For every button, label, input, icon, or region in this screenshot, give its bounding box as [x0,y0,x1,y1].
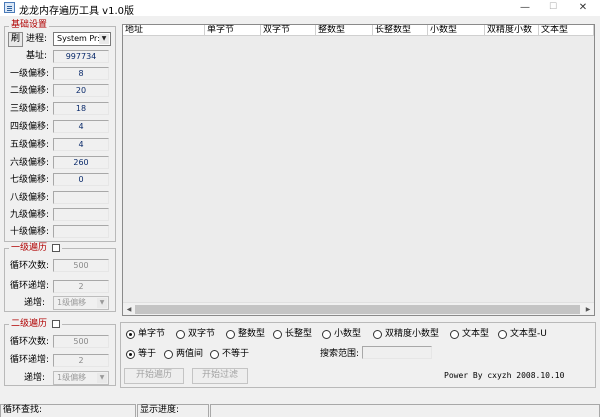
minimize-button[interactable]: — [510,0,540,16]
level2-loop-field[interactable]: 500 [53,335,109,348]
type-radio-label[interactable]: 长整型 [285,329,312,340]
offset-label: 九级偏移: [10,210,50,220]
offset-label: 十级偏移: [10,227,50,237]
level1-loop-label: 循环次数: [10,261,50,271]
close-button[interactable]: ✕ [568,0,598,16]
offset-field[interactable]: 4 [53,138,109,151]
type-radio[interactable] [226,330,235,339]
offset-field[interactable] [53,191,109,204]
scroll-right-icon[interactable]: ▶ [582,304,594,315]
level1-checkbox[interactable] [51,243,60,252]
level1-legend-text: 一级遍历 [11,243,48,253]
search-range-label: 搜索范围: [320,349,360,359]
column-header[interactable]: 地址 [123,25,205,36]
type-radio-label[interactable]: 双字节 [188,329,215,340]
column-header[interactable]: 单字节 [205,25,261,36]
type-radio[interactable] [373,330,382,339]
offset-field[interactable]: 8 [53,67,109,80]
level2-checkbox[interactable] [51,319,60,328]
type-radio[interactable] [498,330,507,339]
level2-loop-label: 循环次数: [10,337,50,347]
compare-radio[interactable] [164,350,173,359]
start-traverse-button[interactable]: 开始遍历 [124,368,184,384]
level1-step-label: 循环递增: [10,281,50,291]
level2-legend: 二级遍历 [9,319,62,329]
compare-radio-label[interactable]: 不等于 [222,349,249,360]
offset-field[interactable]: 20 [53,84,109,97]
level1-legend: 一级遍历 [9,243,62,253]
offset-label: 七级偏移: [10,175,50,185]
results-table[interactable]: 地址 单字节 双字节 整数型 长整数型 小数型 双精度小数 文本型 ◀ ▶ [122,24,595,316]
compare-radio[interactable] [126,350,135,359]
refresh-button[interactable]: 刷 [8,32,23,47]
start-filter-button[interactable]: 开始过滤 [192,368,248,384]
compare-radio-label[interactable]: 两值间 [176,349,203,360]
chevron-down-icon[interactable]: ▼ [97,298,107,308]
basic-settings-legend: 基础设置 [9,20,50,30]
level2-legend-text: 二级遍历 [11,319,48,329]
offset-label: 一级偏移: [10,69,50,79]
offset-field[interactable]: 0 [53,173,109,186]
column-header[interactable]: 双字节 [261,25,316,36]
process-label: 进程: [26,34,48,44]
type-radio-label[interactable]: 小数型 [334,329,361,340]
type-radio-label[interactable]: 双精度小数型 [385,329,439,340]
status-progress: 显示进度: [137,404,209,417]
type-radio-label[interactable]: 文本型-U [510,329,547,340]
level2-inc-value: 1级偏移 [57,373,87,382]
search-range-field[interactable] [362,346,432,359]
offset-label: 三级偏移: [10,104,50,114]
window-title: 龙龙内存遍历工具 v1.0版 [19,6,134,17]
column-header[interactable]: 小数型 [428,25,485,36]
type-radio[interactable] [126,330,135,339]
credit-text: Power By cxyzh 2008.10.10 [444,371,565,380]
offset-label: 四级偏移: [10,122,50,132]
base-address-field[interactable]: 997734 [53,50,109,63]
level2-inc-select[interactable]: 1级偏移 ▼ [53,371,109,385]
level2-step-field[interactable]: 2 [53,354,109,367]
level2-inc-label: 递增: [24,373,46,383]
offset-field[interactable]: 4 [53,120,109,133]
level1-inc-label: 递增: [24,298,46,308]
scroll-thumb[interactable] [135,305,580,314]
type-radio-label[interactable]: 整数型 [238,329,265,340]
column-header[interactable]: 文本型 [539,25,594,36]
column-header[interactable]: 整数型 [316,25,373,36]
offset-field[interactable]: 18 [53,102,109,115]
scroll-left-icon[interactable]: ◀ [123,304,135,315]
chevron-down-icon[interactable]: ▼ [97,373,107,383]
type-radio[interactable] [273,330,282,339]
offset-field[interactable] [53,208,109,221]
type-radio[interactable] [322,330,331,339]
level1-step-field[interactable]: 2 [53,280,109,293]
level1-loop-field[interactable]: 500 [53,259,109,272]
base-label: 基址: [26,51,48,61]
offset-field[interactable] [53,225,109,238]
process-select[interactable]: System Pr: ▼ [53,32,111,46]
type-radio-label[interactable]: 单字节 [138,329,165,340]
process-select-value: System Pr: [57,34,100,43]
type-radio[interactable] [176,330,185,339]
chevron-down-icon[interactable]: ▼ [99,34,109,44]
column-header[interactable]: 长整数型 [373,25,428,36]
offset-label: 二级偏移: [10,86,50,96]
offset-label: 八级偏移: [10,193,50,203]
app-icon [4,2,15,13]
column-header[interactable]: 双精度小数 [485,25,539,36]
maximize-button[interactable]: ☐ [538,0,568,16]
offset-label: 五级偏移: [10,140,50,150]
offset-field[interactable]: 260 [53,156,109,169]
type-radio[interactable] [450,330,459,339]
status-empty [210,404,600,417]
level1-inc-value: 1级偏移 [57,298,87,307]
compare-radio-label[interactable]: 等于 [138,349,156,360]
level1-inc-select[interactable]: 1级偏移 ▼ [53,296,109,310]
offset-label: 六级偏移: [10,158,50,168]
status-loop-find: 循环查找: [0,404,136,417]
level2-step-label: 循环递增: [10,355,50,365]
compare-radio[interactable] [210,350,219,359]
horizontal-scrollbar[interactable]: ◀ ▶ [123,302,594,315]
type-radio-label[interactable]: 文本型 [462,329,489,340]
